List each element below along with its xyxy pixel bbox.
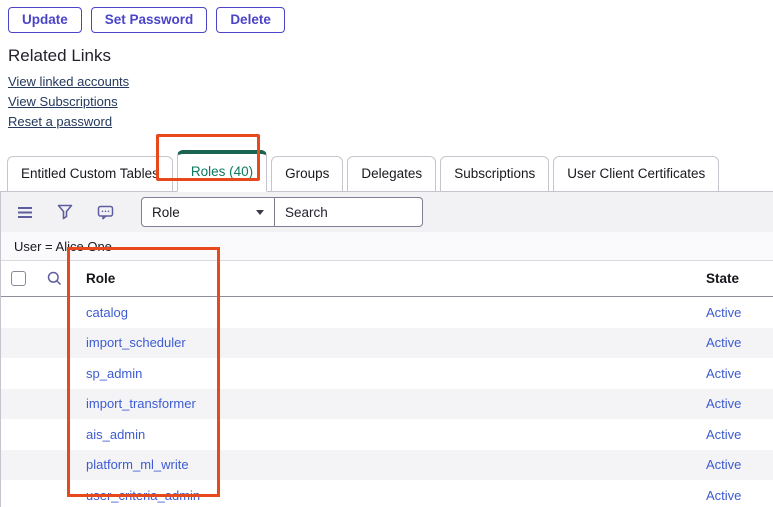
chevron-down-icon: [256, 210, 264, 215]
related-links-section: Related Links View linked accounts View …: [0, 33, 773, 133]
role-link[interactable]: catalog: [73, 305, 706, 320]
tab-subscriptions[interactable]: Subscriptions: [440, 156, 549, 192]
list-search-box: [275, 197, 423, 227]
roles-list-container: Role User = Alice One Role State catalog…: [0, 192, 773, 507]
table-row: import_scheduler Active: [1, 328, 773, 359]
form-action-buttons: Update Set Password Delete: [0, 0, 773, 33]
filter-icon[interactable]: [55, 202, 75, 222]
table-row: user_criteria_admin Active: [1, 480, 773, 507]
state-link[interactable]: Active: [706, 366, 773, 381]
list-menu-icon[interactable]: [15, 202, 35, 222]
search-field-select[interactable]: Role: [141, 197, 275, 227]
table-row: sp_admin Active: [1, 358, 773, 389]
search-field-select-value: Role: [152, 205, 180, 220]
tab-user-client-certificates[interactable]: User Client Certificates: [553, 156, 719, 192]
link-view-subscriptions[interactable]: View Subscriptions: [8, 93, 118, 110]
table-header-row: Role State: [1, 260, 773, 297]
state-link[interactable]: Active: [706, 305, 773, 320]
update-button[interactable]: Update: [8, 7, 82, 33]
table-body: catalog Active import_scheduler Active s…: [1, 297, 773, 507]
state-link[interactable]: Active: [706, 335, 773, 350]
role-link[interactable]: import_scheduler: [73, 335, 706, 350]
role-link[interactable]: import_transformer: [73, 396, 706, 411]
table-row: platform_ml_write Active: [1, 450, 773, 481]
role-link[interactable]: user_criteria_admin: [73, 488, 706, 503]
link-view-linked-accounts[interactable]: View linked accounts: [8, 73, 129, 90]
set-password-button[interactable]: Set Password: [91, 7, 208, 33]
tab-entitled-custom-tables[interactable]: Entitled Custom Tables: [7, 156, 173, 192]
column-header-state[interactable]: State: [706, 271, 773, 286]
select-all-checkbox[interactable]: [11, 271, 26, 286]
link-reset-a-password[interactable]: Reset a password: [8, 113, 112, 130]
tab-roles[interactable]: Roles (40): [177, 150, 267, 192]
related-links-title: Related Links: [8, 46, 773, 66]
breadcrumb: User = Alice One: [1, 232, 773, 260]
delete-button[interactable]: Delete: [216, 7, 285, 33]
search-input[interactable]: [275, 205, 422, 220]
role-link[interactable]: sp_admin: [73, 366, 706, 381]
role-link[interactable]: platform_ml_write: [73, 457, 706, 472]
state-link[interactable]: Active: [706, 488, 773, 503]
table-row: import_transformer Active: [1, 389, 773, 420]
column-search-icon[interactable]: [35, 271, 73, 286]
role-link[interactable]: ais_admin: [73, 427, 706, 442]
chat-icon[interactable]: [95, 202, 115, 222]
table-row: ais_admin Active: [1, 419, 773, 450]
tab-groups[interactable]: Groups: [271, 156, 343, 192]
breadcrumb-filter-text[interactable]: User = Alice One: [14, 239, 112, 254]
tab-delegates[interactable]: Delegates: [347, 156, 436, 192]
state-link[interactable]: Active: [706, 457, 773, 472]
state-link[interactable]: Active: [706, 396, 773, 411]
list-search-group: Role: [141, 197, 423, 227]
related-lists-tabstrip: Entitled Custom Tables Roles (40) Groups…: [0, 150, 773, 192]
list-toolbar: Role: [1, 192, 773, 232]
state-link[interactable]: Active: [706, 427, 773, 442]
column-header-role[interactable]: Role: [73, 271, 706, 286]
table-row: catalog Active: [1, 297, 773, 328]
